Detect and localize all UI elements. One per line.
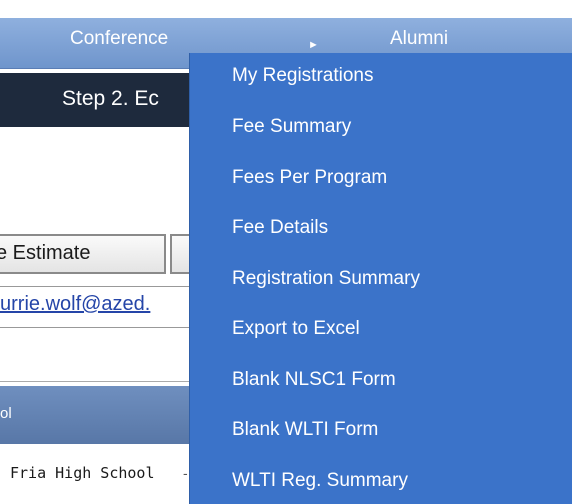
conference-dropdown-menu: My Registrations Fee Summary Fees Per Pr… <box>190 53 572 504</box>
menu-item-my-registrations[interactable]: My Registrations <box>232 65 374 87</box>
email-link[interactable]: urrie.wolf@azed. <box>0 293 150 316</box>
cell-separator: - <box>183 465 188 481</box>
menu-item-wlti-reg-summary[interactable]: WLTI Reg. Summary <box>232 470 408 492</box>
step-header: Step 2. Ec <box>0 73 200 127</box>
menu-item-export-to-excel[interactable]: Export to Excel <box>232 318 360 340</box>
menu-item-blank-wlti-form[interactable]: Blank WLTI Form <box>232 419 378 441</box>
school-table-header: ol <box>0 386 200 444</box>
nav-conference[interactable]: Conference <box>70 28 168 50</box>
email-field: urrie.wolf@azed. <box>0 286 206 328</box>
top-strip <box>0 0 572 18</box>
menu-item-fee-details[interactable]: Fee Details <box>232 217 328 239</box>
menu-item-blank-nlsc1-form[interactable]: Blank NLSC1 Form <box>232 369 396 391</box>
submenu-arrow-icon: ► <box>308 39 319 51</box>
nav-alumni[interactable]: Alumni <box>390 28 448 50</box>
school-name-cell: Fria High School <box>10 464 155 482</box>
estimate-button[interactable]: e Estimate <box>0 234 166 274</box>
menu-item-fee-summary[interactable]: Fee Summary <box>232 116 351 138</box>
menu-item-registration-summary[interactable]: Registration Summary <box>232 268 420 290</box>
divider <box>0 381 200 382</box>
menu-item-fees-per-program[interactable]: Fees Per Program <box>232 167 387 189</box>
school-column-header: ol <box>0 405 12 422</box>
step-title: Step 2. Ec <box>62 87 159 110</box>
